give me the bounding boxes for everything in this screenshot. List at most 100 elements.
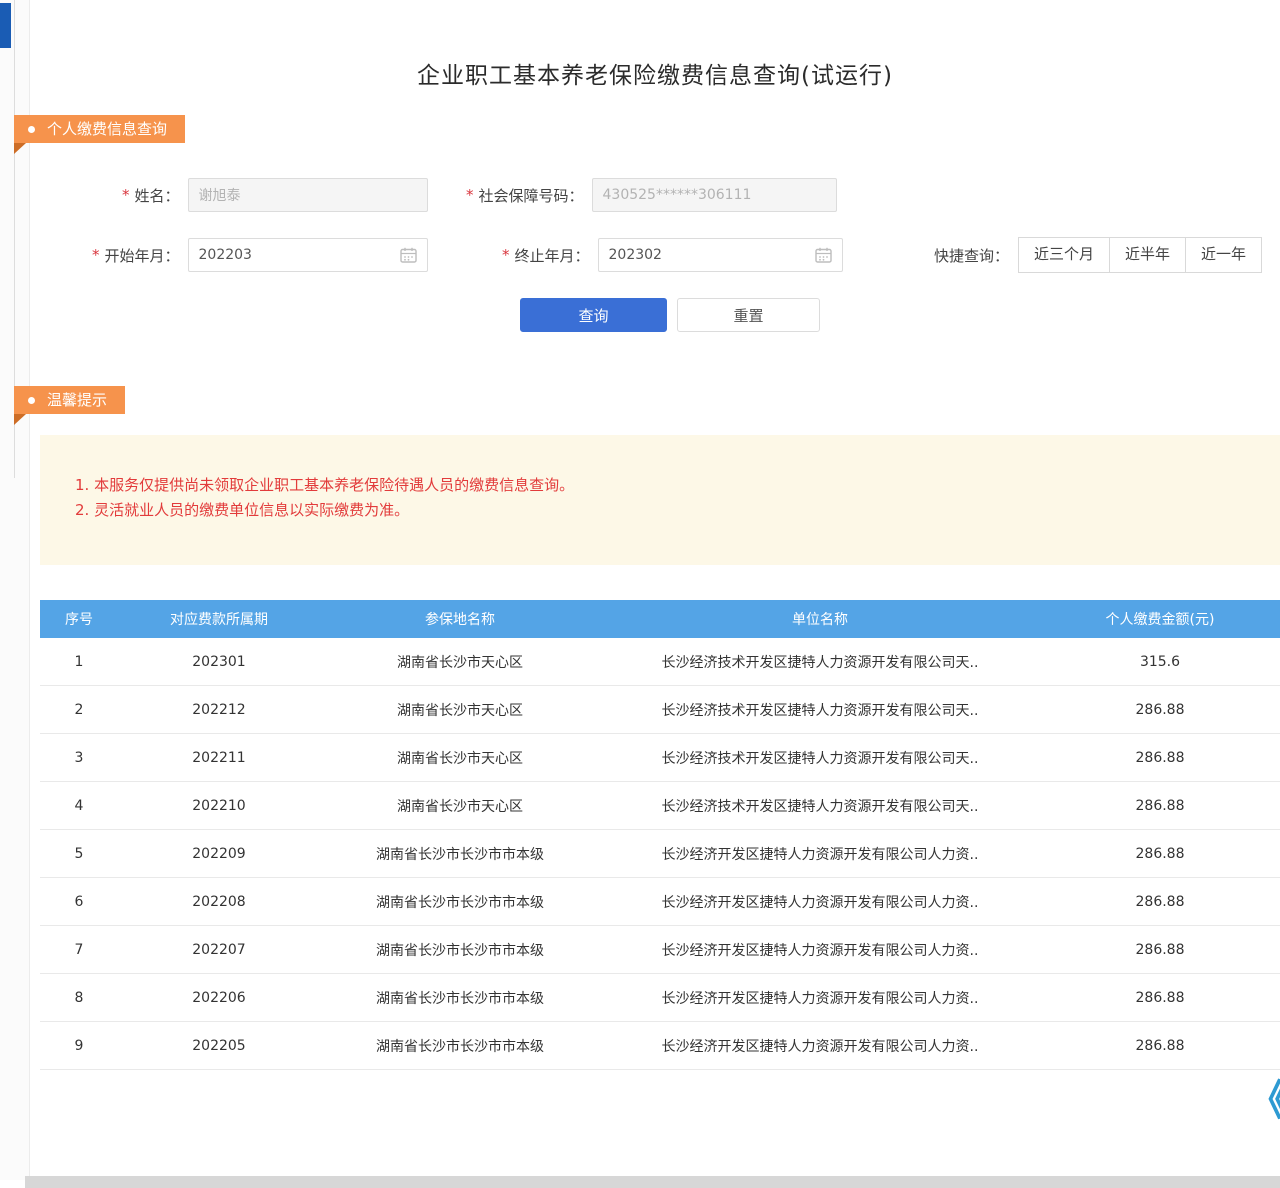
section-badge-tips: 温馨提示 — [14, 386, 125, 414]
bullet-icon — [28, 397, 35, 404]
end-month-value: 202302 — [609, 247, 662, 263]
end-month-label: 终止年月： — [515, 245, 590, 266]
cell-employer: 长沙经济开发区捷特人力资源开发有限公司人力资.. — [600, 1036, 1040, 1056]
start-month-input[interactable]: 202203 — [188, 238, 428, 272]
table-row[interactable]: 1 202301 湖南省长沙市天心区 长沙经济技术开发区捷特人力资源开发有限公司… — [40, 638, 1280, 686]
table-row[interactable]: 3 202211 湖南省长沙市天心区 长沙经济技术开发区捷特人力资源开发有限公司… — [40, 734, 1280, 782]
reset-button[interactable]: 重置 — [677, 298, 820, 332]
cell-amount: 286.88 — [1040, 942, 1280, 958]
bottom-scrollbar-track[interactable] — [25, 1176, 1280, 1188]
cell-amount: 315.6 — [1040, 654, 1280, 670]
calendar-icon[interactable] — [815, 247, 832, 263]
col-header-region: 参保地名称 — [320, 609, 600, 629]
cell-employer: 长沙经济开发区捷特人力资源开发有限公司人力资.. — [600, 940, 1040, 960]
cell-amount: 286.88 — [1040, 798, 1280, 814]
cell-seq: 6 — [40, 894, 118, 910]
cell-period: 202212 — [118, 702, 320, 718]
required-asterisk: * — [92, 246, 100, 264]
cell-region: 湖南省长沙市天心区 — [320, 796, 600, 816]
table-body: 1 202301 湖南省长沙市天心区 长沙经济技术开发区捷特人力资源开发有限公司… — [40, 638, 1280, 1070]
payment-table: 序号 对应费款所属期 参保地名称 单位名称 个人缴费金额(元) 1 202301… — [40, 600, 1280, 1070]
sidebar-blue-tab[interactable] — [0, 3, 11, 48]
tips-line-1: 1. 本服务仅提供尚未领取企业职工基本养老保险待遇人员的缴费信息查询。 — [75, 473, 1280, 498]
query-button[interactable]: 查询 — [520, 298, 667, 332]
tips-notice-box: 1. 本服务仅提供尚未领取企业职工基本养老保险待遇人员的缴费信息查询。 2. 灵… — [40, 435, 1280, 565]
quick-btn-oneyear[interactable]: 近一年 — [1185, 237, 1262, 273]
cell-employer: 长沙经济开发区捷特人力资源开发有限公司人力资.. — [600, 988, 1040, 1008]
cell-seq: 3 — [40, 750, 118, 766]
cell-amount: 286.88 — [1040, 750, 1280, 766]
quick-btn-3months[interactable]: 近三个月 — [1018, 237, 1110, 273]
collapse-double-chevron-icon[interactable]: 《 — [1247, 1080, 1280, 1122]
section-badge-label: 温馨提示 — [47, 386, 107, 414]
cell-amount: 286.88 — [1040, 846, 1280, 862]
cell-region: 湖南省长沙市天心区 — [320, 748, 600, 768]
name-field-group: * 姓名： 谢旭泰 — [122, 178, 428, 212]
cell-region: 湖南省长沙市长沙市市本级 — [320, 844, 600, 864]
start-month-value: 202203 — [199, 247, 252, 263]
ssn-input[interactable]: 430525******306111 — [592, 178, 837, 212]
required-asterisk: * — [466, 186, 474, 204]
name-label: 姓名： — [135, 185, 180, 206]
end-month-field-group: * 终止年月： 202302 — [502, 238, 843, 272]
cell-region: 湖南省长沙市长沙市市本级 — [320, 940, 600, 960]
cell-seq: 8 — [40, 990, 118, 1006]
table-row[interactable]: 5 202209 湖南省长沙市长沙市市本级 长沙经济开发区捷特人力资源开发有限公… — [40, 830, 1280, 878]
cell-seq: 5 — [40, 846, 118, 862]
required-asterisk: * — [122, 186, 130, 204]
col-header-amount: 个人缴费金额(元) — [1040, 609, 1280, 629]
cell-employer: 长沙经济开发区捷特人力资源开发有限公司人力资.. — [600, 892, 1040, 912]
ssn-field-group: * 社会保障号码： 430525******306111 — [466, 178, 837, 212]
table-row[interactable]: 2 202212 湖南省长沙市天心区 长沙经济技术开发区捷特人力资源开发有限公司… — [40, 686, 1280, 734]
cell-seq: 7 — [40, 942, 118, 958]
col-header-employer: 单位名称 — [600, 609, 1040, 629]
start-month-field-group: * 开始年月： 202203 — [92, 238, 428, 272]
cell-amount: 286.88 — [1040, 990, 1280, 1006]
cell-period: 202206 — [118, 990, 320, 1006]
cell-seq: 1 — [40, 654, 118, 670]
quick-btn-halfyear[interactable]: 近半年 — [1109, 237, 1186, 273]
table-row[interactable]: 9 202205 湖南省长沙市长沙市市本级 长沙经济开发区捷特人力资源开发有限公… — [40, 1022, 1280, 1070]
cell-seq: 9 — [40, 1038, 118, 1054]
cell-amount: 286.88 — [1040, 702, 1280, 718]
cell-employer: 长沙经济技术开发区捷特人力资源开发有限公司天.. — [600, 748, 1040, 768]
left-sidebar-rail — [0, 0, 30, 1180]
cell-period: 202210 — [118, 798, 320, 814]
ssn-label: 社会保障号码： — [479, 185, 584, 206]
name-input[interactable]: 谢旭泰 — [188, 178, 428, 212]
end-month-input[interactable]: 202302 — [598, 238, 843, 272]
table-row[interactable]: 7 202207 湖南省长沙市长沙市市本级 长沙经济开发区捷特人力资源开发有限公… — [40, 926, 1280, 974]
section-badge-label: 个人缴费信息查询 — [47, 115, 167, 143]
cell-period: 202209 — [118, 846, 320, 862]
section-badge-personal-query: 个人缴费信息查询 — [14, 115, 185, 143]
table-row[interactable]: 4 202210 湖南省长沙市天心区 长沙经济技术开发区捷特人力资源开发有限公司… — [40, 782, 1280, 830]
cell-employer: 长沙经济技术开发区捷特人力资源开发有限公司天.. — [600, 796, 1040, 816]
required-asterisk: * — [502, 246, 510, 264]
bullet-icon — [28, 126, 35, 133]
tips-line-2: 2. 灵活就业人员的缴费单位信息以实际缴费为准。 — [75, 498, 1280, 523]
cell-region: 湖南省长沙市长沙市市本级 — [320, 988, 600, 1008]
cell-amount: 286.88 — [1040, 894, 1280, 910]
col-header-period: 对应费款所属期 — [118, 609, 320, 629]
cell-seq: 2 — [40, 702, 118, 718]
table-row[interactable]: 8 202206 湖南省长沙市长沙市市本级 长沙经济开发区捷特人力资源开发有限公… — [40, 974, 1280, 1022]
cell-period: 202207 — [118, 942, 320, 958]
cell-employer: 长沙经济开发区捷特人力资源开发有限公司人力资.. — [600, 844, 1040, 864]
quick-query-group: 快捷查询： 近三个月 近半年 近一年 — [934, 237, 1262, 273]
badge-fold-decoration — [14, 143, 26, 154]
cell-region: 湖南省长沙市长沙市市本级 — [320, 892, 600, 912]
calendar-icon[interactable] — [400, 247, 417, 263]
cell-region: 湖南省长沙市天心区 — [320, 700, 600, 720]
col-header-seq: 序号 — [40, 609, 118, 629]
cell-period: 202211 — [118, 750, 320, 766]
cell-amount: 286.88 — [1040, 1038, 1280, 1054]
cell-period: 202208 — [118, 894, 320, 910]
cell-employer: 长沙经济技术开发区捷特人力资源开发有限公司天.. — [600, 652, 1040, 672]
cell-period: 202301 — [118, 654, 320, 670]
cell-employer: 长沙经济技术开发区捷特人力资源开发有限公司天.. — [600, 700, 1040, 720]
cell-seq: 4 — [40, 798, 118, 814]
page-title: 企业职工基本养老保险缴费信息查询(试运行) — [30, 56, 1280, 90]
table-row[interactable]: 6 202208 湖南省长沙市长沙市市本级 长沙经济开发区捷特人力资源开发有限公… — [40, 878, 1280, 926]
pension-query-page: 企业职工基本养老保险缴费信息查询(试运行) 个人缴费信息查询 * 姓名： 谢旭泰… — [0, 0, 1280, 1188]
table-header-row: 序号 对应费款所属期 参保地名称 单位名称 个人缴费金额(元) — [40, 600, 1280, 638]
